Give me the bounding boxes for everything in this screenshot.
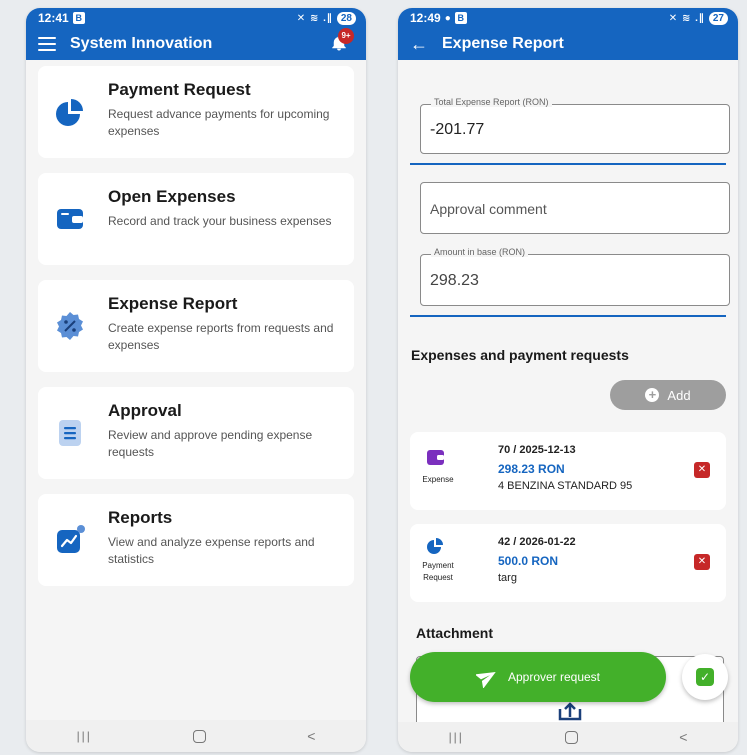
menu-item-payment-request[interactable]: Payment Request Request advance payments… [38, 66, 354, 158]
pie-chart-icon [427, 538, 443, 554]
status-time: 12:49 [410, 11, 441, 25]
item-reference: 70 / 2025-12-13 [498, 444, 576, 456]
battery-icon: 27 [708, 11, 728, 25]
menu-title: Approval [108, 401, 182, 420]
field-underline [410, 163, 726, 165]
app-title: System Innovation [70, 35, 213, 52]
back-nav-icon[interactable]: < [679, 729, 687, 745]
system-nav-bar: ||| < [26, 720, 366, 752]
total-expense-field[interactable]: Total Expense Report (RON) -201.77 [420, 97, 730, 154]
menu-title: Expense Report [108, 294, 238, 313]
item-description: 4 BENZINA STANDARD 95 [498, 480, 633, 492]
field-label: Total Expense Report (RON) [431, 97, 552, 107]
phone-home-screen: 12:41 B ✕ ≋ .∥ 28 System Innovation 9+ P… [26, 8, 366, 752]
item-amount: 298.23 RON [498, 462, 565, 476]
app-bar: System Innovation 9+ [26, 28, 366, 60]
percent-badge-icon [57, 312, 83, 340]
status-camera-icon: ● [444, 12, 451, 24]
confirm-fab[interactable]: ✓ [682, 654, 728, 700]
approver-request-label: Approver request [507, 670, 601, 684]
item-reference: 42 / 2026-01-22 [498, 536, 576, 548]
approver-request-button[interactable]: Approver request [410, 652, 666, 702]
field-placeholder: Approval comment [430, 201, 547, 217]
approval-comment-input[interactable]: Approval comment [420, 182, 730, 234]
payment-request-item-card[interactable]: Payment Request 42 / 2026-01-22 500.0 RO… [410, 524, 726, 602]
expense-item-card[interactable]: Expense 70 / 2025-12-13 298.23 RON 4 BEN… [410, 432, 726, 510]
status-bar: 12:41 B ✕ ≋ .∥ 28 [26, 8, 366, 28]
upload-icon [558, 702, 582, 721]
home-icon[interactable] [193, 729, 207, 743]
check-icon: ✓ [696, 668, 714, 686]
attachment-title: Attachment [416, 625, 494, 641]
menu-item-expense-report[interactable]: Expense Report Create expense reports fr… [38, 280, 354, 372]
menu-description: Record and track your business expenses [108, 214, 332, 228]
status-b-icon: B [72, 12, 85, 24]
field-underline [410, 315, 726, 317]
notification-bell-icon[interactable]: 9+ [330, 28, 354, 52]
send-icon [475, 671, 496, 688]
page-title: Expense Report [442, 35, 564, 52]
field-value: -201.77 [430, 121, 485, 138]
battery-icon: 28 [336, 11, 356, 25]
back-arrow-icon[interactable]: ← [410, 35, 428, 53]
wallet-icon [57, 209, 83, 229]
recent-apps-icon[interactable]: ||| [77, 729, 92, 743]
document-icon [59, 420, 81, 446]
plus-icon: + [645, 388, 660, 402]
status-bar: 12:49 ● B ✕ ≋ .∥ 27 [398, 8, 738, 28]
system-nav-bar: ||| < [398, 722, 738, 752]
menu-item-open-expenses[interactable]: Open Expenses Record and track your busi… [38, 173, 354, 265]
phone-expense-report-screen: 12:49 ● B ✕ ≋ .∥ 27 ← Expense Report Tot… [398, 8, 738, 752]
field-value: 298.23 [430, 272, 479, 289]
back-nav-icon[interactable]: < [307, 728, 315, 744]
menu-title: Payment Request [108, 80, 251, 99]
trend-chart-icon [57, 525, 85, 553]
menu-description: View and analyze expense reports and sta… [108, 535, 315, 566]
pie-chart-icon [56, 99, 83, 126]
menu-title: Reports [108, 508, 173, 527]
hamburger-menu-icon[interactable] [38, 37, 56, 51]
app-bar: ← Expense Report [398, 28, 738, 60]
menu-item-approval[interactable]: Approval Review and approve pending expe… [38, 387, 354, 479]
home-icon[interactable] [565, 730, 579, 744]
notification-count-badge: 9+ [338, 28, 354, 44]
wallet-icon [427, 450, 444, 465]
item-type-label: Expense [422, 475, 454, 484]
section-title: Expenses and payment requests [411, 347, 629, 363]
add-button[interactable]: + Add [610, 380, 726, 410]
amount-in-base-field[interactable]: Amount in base (RON) 298.23 [420, 247, 730, 306]
recent-apps-icon[interactable]: ||| [449, 730, 464, 744]
status-time: 12:41 [38, 11, 69, 25]
menu-item-reports[interactable]: Reports View and analyze expense reports… [38, 494, 354, 586]
field-label: Amount in base (RON) [431, 247, 529, 257]
item-description: targ [498, 572, 517, 584]
item-type-label: Payment Request [422, 561, 454, 582]
menu-title: Open Expenses [108, 187, 236, 206]
delete-icon[interactable]: ✕ [694, 554, 710, 570]
status-b-icon: B [454, 12, 467, 24]
menu-description: Review and approve pending expense reque… [108, 428, 313, 459]
item-amount: 500.0 RON [498, 554, 559, 568]
menu-list: Payment Request Request advance payments… [26, 60, 366, 586]
signal-icon: ✕ ≋ .∥ [296, 12, 333, 24]
signal-icon: ✕ ≋ .∥ [668, 12, 705, 24]
menu-description: Request advance payments for upcoming ex… [108, 107, 330, 138]
delete-icon[interactable]: ✕ [694, 462, 710, 478]
menu-description: Create expense reports from requests and… [108, 321, 334, 352]
add-label: Add [667, 387, 691, 403]
